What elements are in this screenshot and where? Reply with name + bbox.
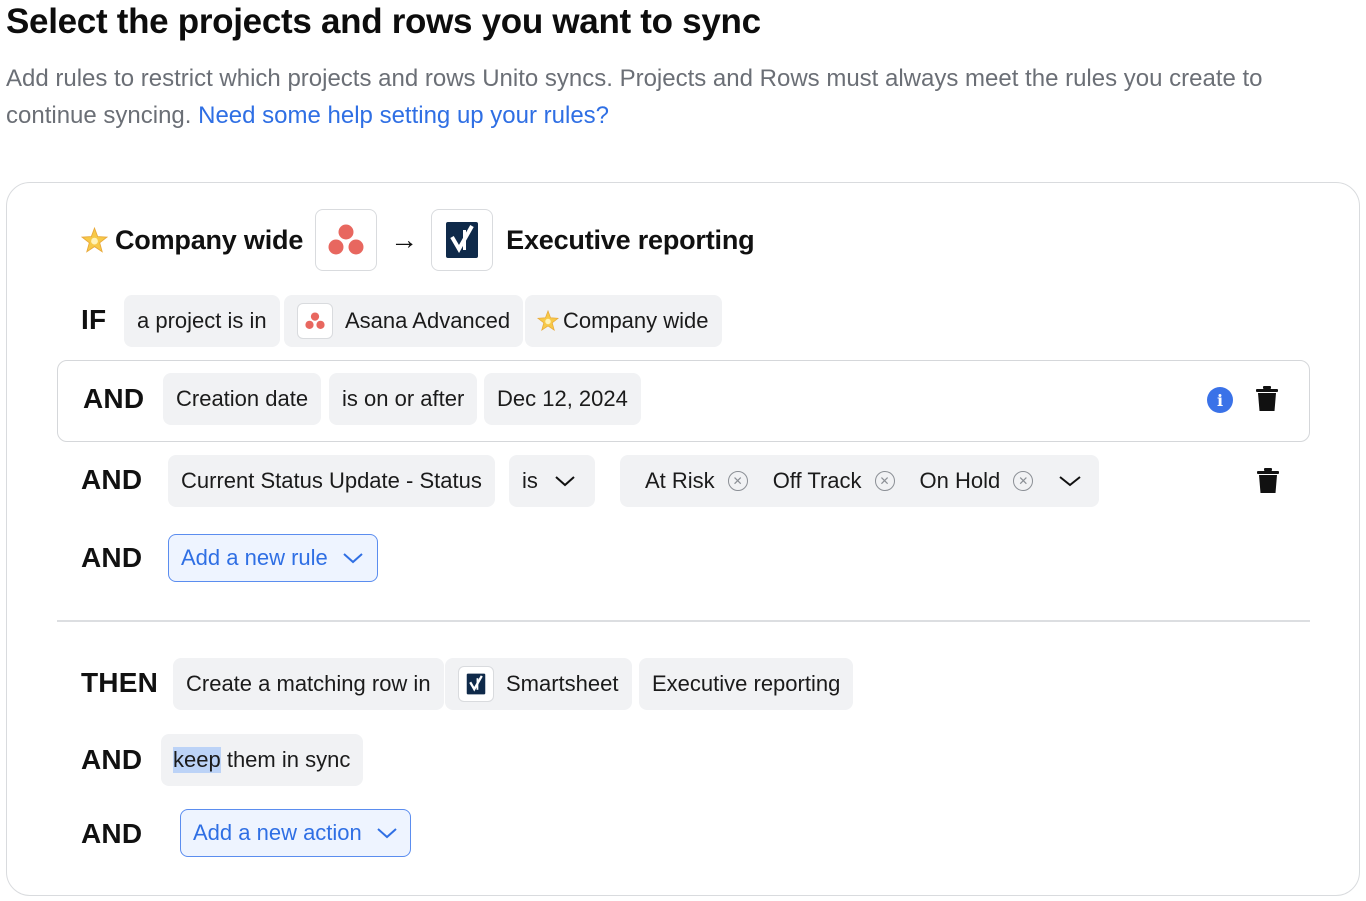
rules-card: Company wide → Executive reporting IF a … bbox=[6, 182, 1360, 896]
target-sheet-name: Executive reporting bbox=[506, 224, 755, 255]
rule-operator-select[interactable]: is bbox=[509, 455, 595, 507]
rule-operator-label: is on or after bbox=[342, 386, 465, 411]
source-project-name: Company wide bbox=[115, 224, 304, 255]
asana-logo-icon bbox=[305, 312, 325, 329]
and-keyword: AND bbox=[83, 383, 145, 414]
value-tag-label: At Risk bbox=[645, 468, 715, 493]
info-icon[interactable]: i bbox=[1207, 387, 1233, 413]
rule-value-chip[interactable]: Dec 12, 2024 bbox=[484, 373, 641, 425]
sync-rules-page: Select the projects and rows you want to… bbox=[0, 0, 1366, 901]
rule-value-label: Dec 12, 2024 bbox=[497, 386, 628, 411]
workspace-label: Asana Advanced bbox=[345, 308, 511, 333]
sync-action-chip[interactable]: keep them in sync bbox=[161, 734, 364, 786]
then-action-label: Create a matching row in bbox=[186, 671, 431, 696]
sync-action-label: them in sync bbox=[220, 747, 351, 772]
value-tag-label: Off Track bbox=[772, 468, 862, 493]
remove-tag-icon[interactable]: ✕ bbox=[727, 471, 748, 491]
sheet-label: Executive reporting bbox=[652, 671, 841, 696]
workspace-chip[interactable]: Asana Advanced bbox=[284, 295, 524, 347]
rule-field-label: Creation date bbox=[176, 386, 309, 411]
sheet-chip[interactable]: Executive reporting bbox=[639, 658, 854, 710]
project-label: Company wide bbox=[563, 308, 709, 333]
trash-icon[interactable] bbox=[1257, 468, 1279, 494]
if-condition-label: a project is in bbox=[137, 308, 267, 333]
smartsheet-logo-icon bbox=[446, 222, 479, 258]
smartsheet-mini-logo bbox=[458, 666, 494, 702]
add-action-button[interactable]: Add a new action bbox=[180, 809, 411, 857]
tool-label: Smartsheet bbox=[506, 671, 619, 696]
page-title: Select the projects and rows you want to… bbox=[6, 2, 761, 41]
remove-tag-icon[interactable]: ✕ bbox=[1013, 471, 1034, 491]
add-rule-label: Add a new rule bbox=[181, 545, 328, 570]
chevron-down-icon bbox=[377, 828, 397, 839]
rule-operator-label: is bbox=[522, 468, 538, 493]
rule-operator-chip[interactable]: is on or after bbox=[329, 373, 478, 425]
chevron-down-icon bbox=[1059, 476, 1081, 487]
value-tag-label: On Hold bbox=[919, 468, 1001, 493]
asana-logo-box bbox=[315, 209, 378, 271]
and-keyword: AND bbox=[81, 464, 143, 495]
star-emoji-icon bbox=[81, 226, 108, 253]
asana-mini-logo bbox=[297, 303, 333, 339]
then-action-chip[interactable]: Create a matching row in bbox=[173, 658, 444, 710]
add-action-label: Add a new action bbox=[193, 820, 362, 845]
rule-field-chip[interactable]: Current Status Update - Status bbox=[168, 455, 495, 507]
then-keyword: THEN bbox=[81, 667, 159, 698]
rule-values-multiselect[interactable]: At Risk ✕ Off Track ✕ On Hold ✕ bbox=[620, 455, 1099, 507]
rule-field-chip[interactable]: Creation date bbox=[163, 373, 322, 425]
if-keyword: IF bbox=[81, 304, 107, 335]
remove-tag-icon[interactable]: ✕ bbox=[874, 471, 895, 491]
flow-arrow-icon: → bbox=[390, 224, 419, 255]
and-keyword: AND bbox=[81, 542, 143, 573]
and-keyword: AND bbox=[81, 744, 143, 775]
subtitle-text: Add rules to restrict which projects and… bbox=[6, 65, 1263, 129]
trash-icon[interactable] bbox=[1256, 386, 1278, 412]
project-chip[interactable]: Company wide bbox=[525, 295, 722, 347]
if-condition-chip[interactable]: a project is in bbox=[124, 295, 280, 347]
chevron-down-icon bbox=[555, 476, 575, 487]
section-divider bbox=[57, 620, 1310, 622]
page-subtitle: Add rules to restrict which projects and… bbox=[6, 60, 1306, 134]
tool-chip[interactable]: Smartsheet bbox=[445, 658, 632, 710]
and-keyword: AND bbox=[81, 818, 143, 849]
add-rule-button[interactable]: Add a new rule bbox=[168, 534, 378, 582]
rule-field-label: Current Status Update - Status bbox=[181, 468, 482, 493]
selected-text: keep bbox=[173, 747, 221, 773]
smartsheet-logo-icon bbox=[466, 673, 486, 695]
help-link[interactable]: Need some help setting up your rules? bbox=[198, 102, 609, 129]
smartsheet-logo-box bbox=[431, 209, 494, 271]
chevron-down-icon bbox=[343, 553, 363, 564]
asana-logo-icon bbox=[328, 224, 364, 255]
flow-header: Company wide → Executive reporting bbox=[81, 209, 755, 271]
star-emoji-icon bbox=[537, 310, 559, 332]
